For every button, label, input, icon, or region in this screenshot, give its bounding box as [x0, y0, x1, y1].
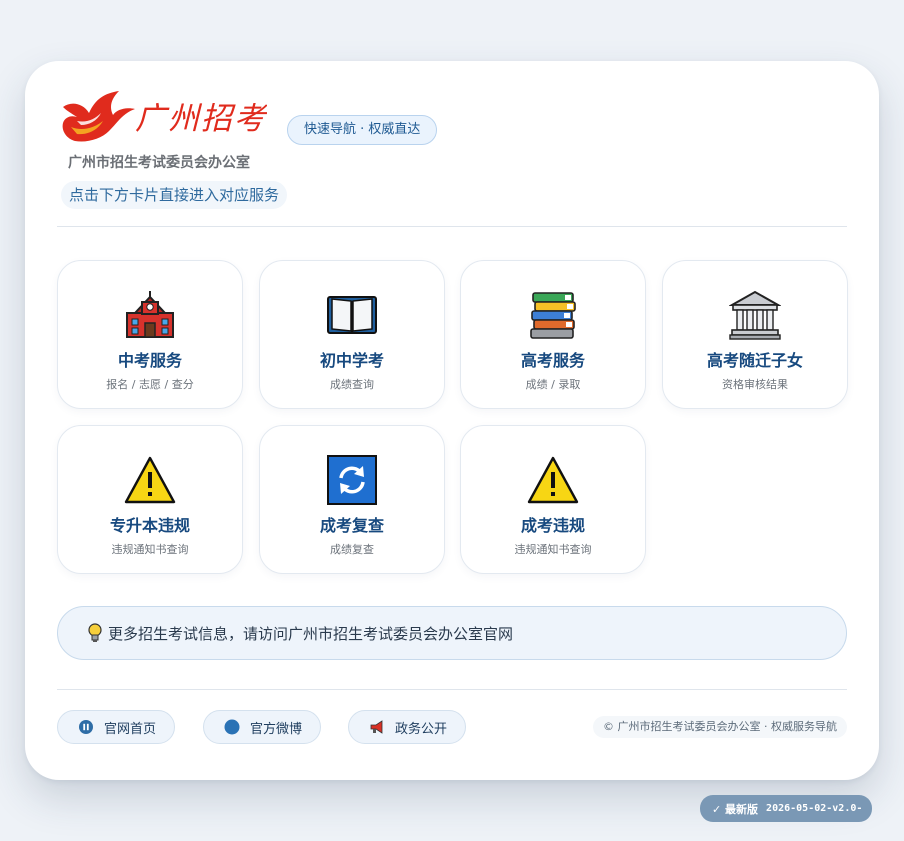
books-icon: [530, 292, 576, 339]
hint-text: 点击下方卡片直接进入对应服务: [61, 181, 288, 209]
tile-subtitle: 成绩复查: [330, 543, 374, 556]
light-bulb-icon: [88, 623, 102, 642]
copyright-text: © 广州市招生考试委员会办公室 · 权威服务导航: [593, 716, 847, 738]
logo: 广州招考: [62, 91, 267, 142]
divider-bottom: [57, 689, 847, 690]
tile-zhuanshengben-weigui[interactable]: 专升本违规 违规通知书查询: [57, 425, 243, 574]
classical-building-icon: [729, 290, 781, 340]
school-icon: [126, 291, 174, 338]
org-name: 广州市招生考试委员会办公室: [68, 155, 250, 171]
refresh-icon: [327, 455, 377, 505]
tile-subtitle: 成绩查询: [330, 378, 374, 391]
footer-link-label: 官方微博: [250, 721, 303, 737]
tile-title: 初中学考: [319, 351, 384, 370]
tile-gaokao[interactable]: 高考服务 成绩 / 录取: [460, 260, 646, 409]
logo-text: 广州招考: [135, 101, 267, 137]
tile-title: 中考服务: [117, 351, 182, 370]
quick-nav-badge: 快速导航 · 权威直达: [287, 115, 438, 145]
footer-link-label: 政务公开: [395, 721, 448, 737]
tile-subtitle: 违规通知书查询: [514, 543, 592, 556]
tile-subtitle: 违规通知书查询: [111, 543, 189, 556]
footer-link-label: 官网首页: [104, 721, 157, 737]
divider-top: [57, 226, 847, 227]
tile-subtitle: 成绩 / 录取: [525, 378, 581, 391]
info-text: 更多招生考试信息，请访问广州市招生考试委员会办公室官网: [108, 624, 514, 643]
tile-subtitle: 报名 / 志愿 / 查分: [106, 378, 194, 391]
open-book-icon: [327, 296, 377, 334]
version-date: 2026-05-02-v2.0-: [766, 803, 863, 814]
tile-subtitle: 资格审核结果: [722, 378, 788, 391]
main-card: 广州招考 广州市招生考试委员会办公室 快速导航 · 权威直达 点击下方卡片直接进…: [25, 61, 879, 780]
tile-suiqian-zinv[interactable]: 高考随迁子女 资格审核结果: [662, 260, 848, 409]
footer-link-zhengwu[interactable]: 政务公开: [348, 710, 467, 744]
tile-title: 专升本违规: [109, 516, 190, 535]
tile-chengkao-fucha[interactable]: 成考复查 成绩复查: [259, 425, 445, 574]
tile-title: 高考随迁子女: [706, 351, 803, 370]
footer-link-weibo[interactable]: 官方微博: [203, 710, 322, 744]
tile-title: 成考复查: [319, 516, 384, 535]
version-label: ✓ 最新版: [712, 802, 759, 816]
tile-title: 高考服务: [520, 351, 585, 370]
blue-circle-icon: [224, 719, 240, 735]
megaphone-icon: [369, 719, 385, 735]
tile-chengkao-weigui[interactable]: 成考违规 违规通知书查询: [460, 425, 646, 574]
tile-zhongkao[interactable]: 中考服务 报名 / 志愿 / 查分: [57, 260, 243, 409]
tile-chuzhong-xuekao[interactable]: 初中学考 成绩查询: [259, 260, 445, 409]
info-bar[interactable]: 更多招生考试信息，请访问广州市招生考试委员会办公室官网: [57, 606, 847, 660]
warning-icon: [124, 456, 176, 504]
version-badge: ✓ 最新版 2026-05-02-v2.0-: [700, 795, 873, 822]
warning-icon: [527, 456, 579, 504]
tile-title: 成考违规: [520, 516, 585, 535]
footer-link-home[interactable]: 官网首页: [57, 710, 176, 744]
pause-circle-icon: [78, 719, 94, 735]
